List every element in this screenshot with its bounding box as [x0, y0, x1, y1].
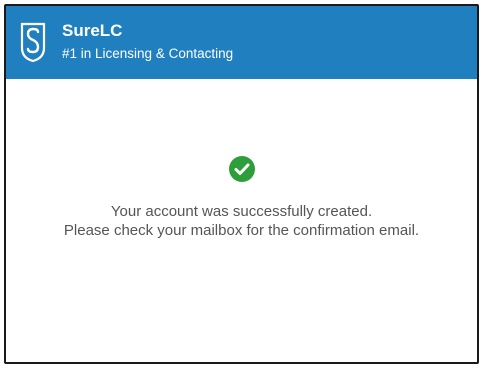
- app-header: SureLC #1 in Licensing & Contacting: [6, 6, 477, 79]
- brand-tagline: #1 in Licensing & Contacting: [62, 46, 234, 61]
- dialog-window: SureLC #1 in Licensing & Contacting Your…: [4, 4, 479, 364]
- brand-name: SureLC: [62, 21, 123, 40]
- check-circle-icon: [229, 156, 255, 182]
- confirmation-instruction: Please check your mailbox for the confir…: [63, 222, 420, 239]
- success-message: Your account was successfully created.: [110, 203, 373, 220]
- surelc-logo-icon: [20, 22, 46, 63]
